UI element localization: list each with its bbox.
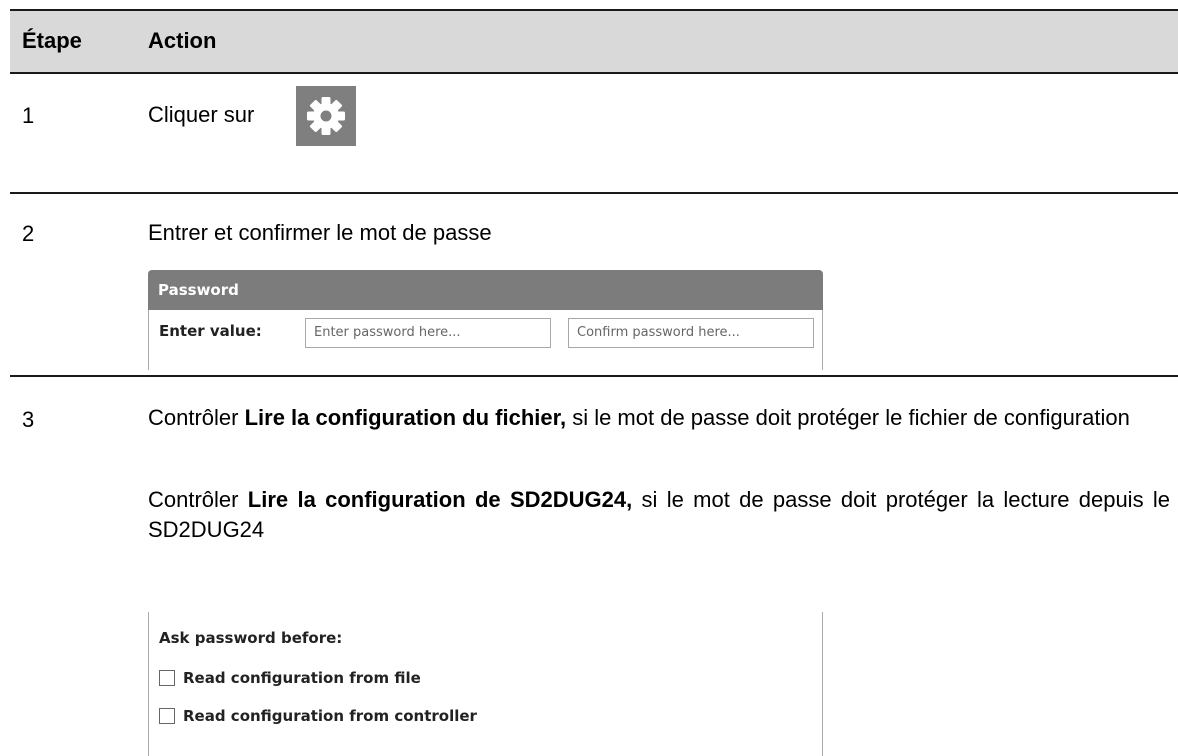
header-action: Action xyxy=(148,28,217,53)
step-paragraph-1: Contrôler Lire la configuration du fichi… xyxy=(148,403,1170,433)
step-text: Cliquer sur xyxy=(148,102,255,127)
row-divider xyxy=(10,192,1178,194)
header-bottom-rule xyxy=(10,72,1178,74)
para-text: Contrôler xyxy=(148,487,248,512)
ask-password-title: Ask password before: xyxy=(159,629,343,647)
confirm-password-input[interactable]: Confirm password here... xyxy=(568,318,814,348)
option-read-from-file[interactable]: Read configuration from file xyxy=(159,667,421,689)
header-step: Étape xyxy=(22,28,82,53)
password-panel-title: Password xyxy=(148,270,823,310)
option-read-from-controller[interactable]: Read configuration from controller xyxy=(159,705,477,727)
settings-button[interactable] xyxy=(296,86,356,146)
enter-value-label: Enter value: xyxy=(159,322,262,340)
step-number: 1 xyxy=(22,103,35,128)
para-text: si le mot de passe doit protéger le fich… xyxy=(566,405,1130,430)
password-input[interactable]: Enter password here... xyxy=(305,318,551,348)
para-bold: Lire la configuration de SD2DUG24, xyxy=(247,487,633,512)
row-divider xyxy=(10,375,1178,377)
password-panel: Password Enter value: Enter password her… xyxy=(148,270,823,370)
step-number: 2 xyxy=(22,221,35,246)
ask-password-panel: Ask password before: Read configuration … xyxy=(148,612,823,756)
option-label: Read configuration from file xyxy=(183,669,421,687)
para-bold: Lire la configuration du fichier, xyxy=(244,405,567,430)
password-panel-body: Enter value: Enter password here... Conf… xyxy=(148,310,823,370)
checkbox[interactable] xyxy=(159,670,175,686)
checkbox[interactable] xyxy=(159,708,175,724)
gear-icon xyxy=(307,97,345,135)
para-text: Contrôler xyxy=(148,405,245,430)
step-text: Entrer et confirmer le mot de passe xyxy=(148,220,492,245)
step-number: 3 xyxy=(22,407,35,432)
step-paragraph-2: Contrôler Lire la configuration de SD2DU… xyxy=(148,485,1170,545)
option-label: Read configuration from controller xyxy=(183,707,477,725)
